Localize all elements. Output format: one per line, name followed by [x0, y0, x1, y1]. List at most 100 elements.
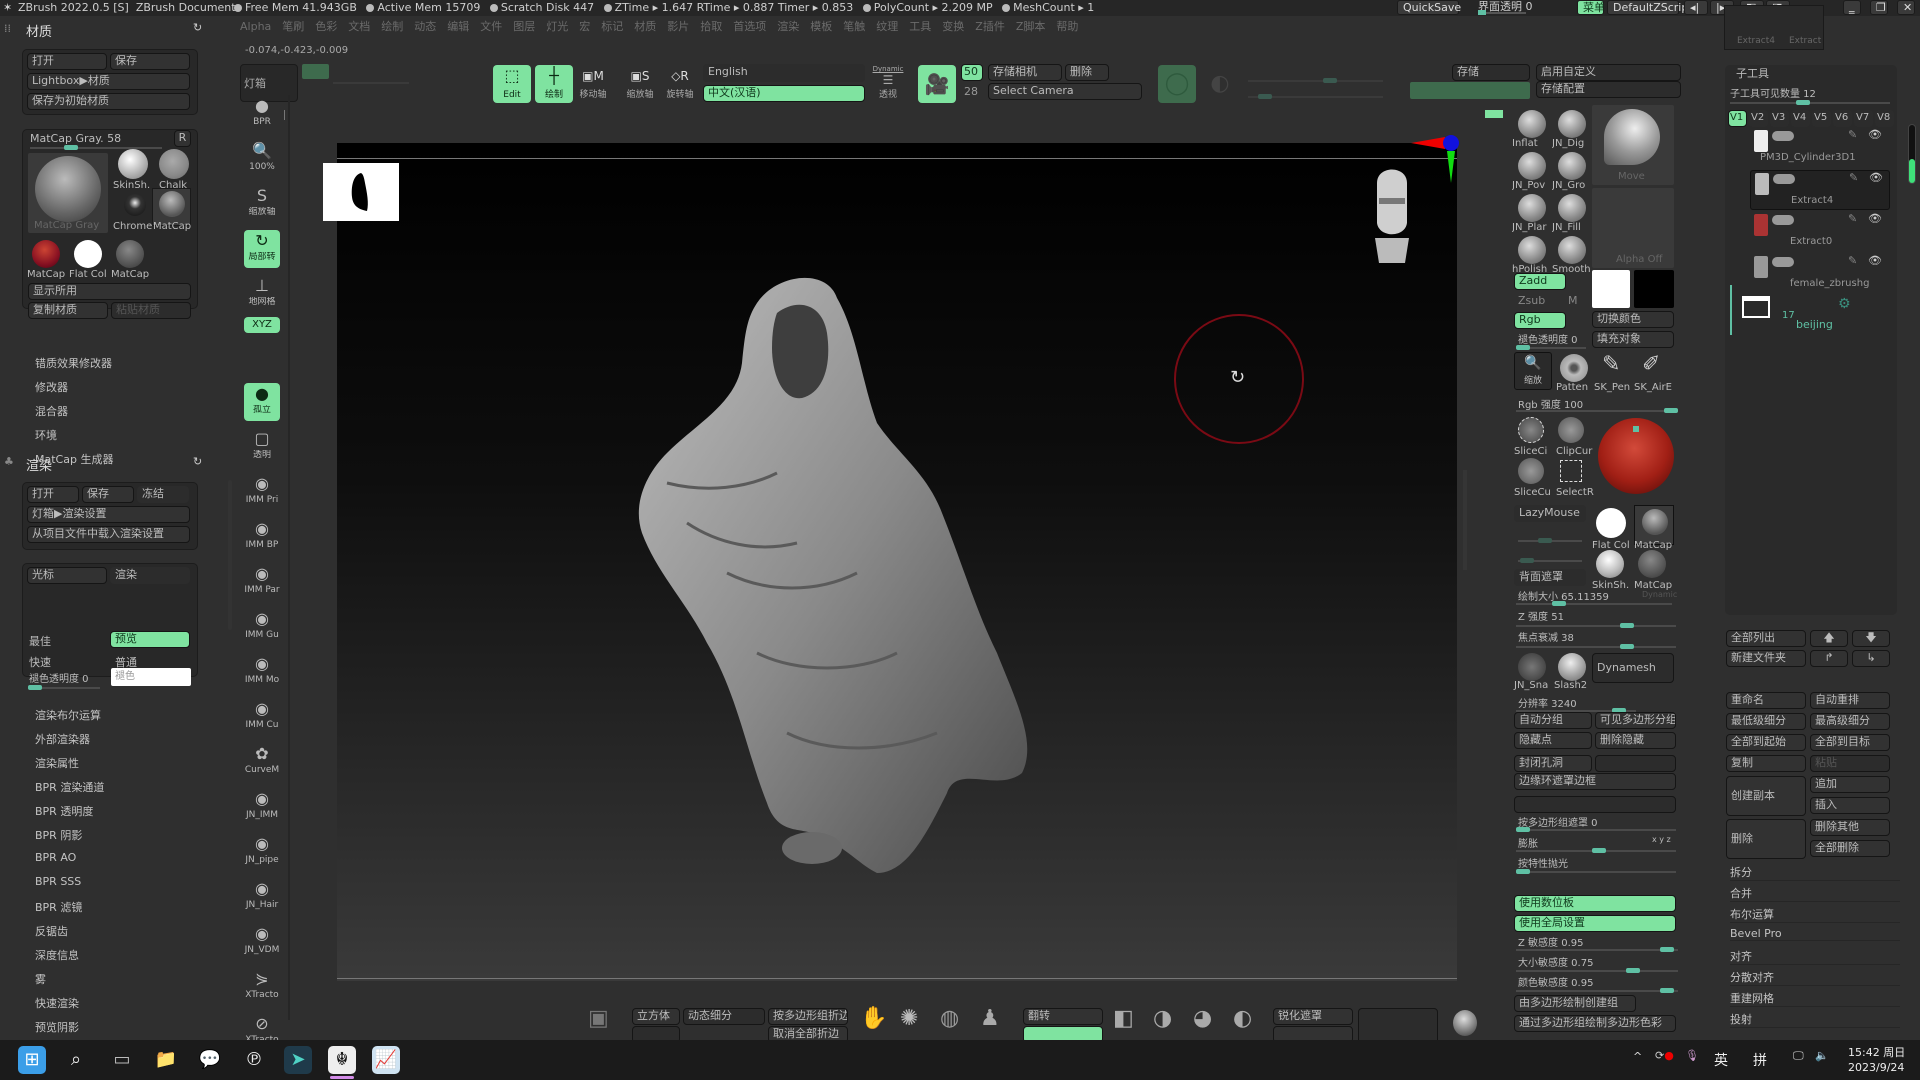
material-matcap-red[interactable] [32, 240, 60, 268]
render-subsection[interactable]: 雾 [35, 971, 46, 987]
refresh-icon[interactable]: ↻ [193, 21, 202, 34]
edit-pen-icon[interactable]: ✎ [1848, 212, 1857, 225]
fov-value[interactable]: 50 [961, 64, 983, 81]
slash2-brush-icon[interactable] [1558, 653, 1586, 681]
subtool-item[interactable]: ✎ 👁 PM3D_Cylinder3D1 [1750, 128, 1890, 168]
close-holes-button[interactable]: 封闭孔洞 [1514, 755, 1592, 772]
slice-circle-icon[interactable] [1518, 417, 1544, 443]
material-flat-color[interactable] [74, 240, 102, 268]
menu-item[interactable]: 影片 [667, 20, 689, 33]
tool-bpr-sphere[interactable]: ● BPR [244, 95, 280, 133]
network-icon[interactable]: 🖵 [1793, 1049, 1804, 1063]
tool-transparent[interactable]: ▢ 透明 [244, 428, 280, 466]
drag-handle-icon[interactable]: ⁞⁞ [4, 22, 11, 35]
material-subsection[interactable]: 混合器 [35, 403, 68, 419]
subtool-subsection[interactable]: 合并 [1730, 885, 1900, 902]
zsub-button[interactable]: Zsub [1518, 294, 1545, 307]
visibility-eye-icon[interactable]: 👁 [1868, 212, 1882, 225]
menu-item[interactable]: 动态 [414, 20, 436, 33]
menu-item[interactable]: 模板 [810, 20, 832, 33]
paste-material-button[interactable]: 粘贴材质 [111, 302, 191, 319]
material-matcap[interactable] [1634, 505, 1674, 545]
insert-button[interactable]: 插入 [1810, 797, 1890, 814]
tool-jn-hair[interactable]: ◉ JN_Hair [244, 878, 280, 916]
enable-custom-button[interactable]: 启用自定义 [1536, 64, 1681, 81]
secondary-color-swatch[interactable] [1634, 270, 1674, 308]
visible-count-slider[interactable] [1730, 100, 1890, 105]
language-english[interactable]: English [703, 64, 865, 82]
render-subsection[interactable]: 渲染布尔运算 [35, 707, 101, 723]
draw-button[interactable]: ┼ 绘制 [535, 65, 573, 103]
group-mask-slider[interactable] [1516, 827, 1676, 832]
all-to-target-button[interactable]: 全部到目标 [1810, 734, 1890, 751]
move-up-icon[interactable]: 🡅 [1810, 630, 1848, 647]
folder-settings-icon[interactable]: ⚙ [1838, 296, 1851, 312]
polygroup-from-paint-button[interactable]: 由多边形绘制创建组 [1514, 995, 1636, 1012]
tool-imm-prim[interactable]: ◉ IMM Pri [244, 473, 280, 511]
hide-points-button[interactable]: 隐藏点 [1514, 732, 1592, 749]
pattern-brush-icon[interactable] [1560, 354, 1588, 382]
material-flat-color[interactable] [1596, 508, 1626, 538]
material-skinshade[interactable] [118, 149, 148, 179]
render-subsection[interactable]: BPR AO [35, 851, 76, 864]
subtool-item[interactable]: ✎ 👁 Extract0 [1750, 212, 1890, 252]
polypaint-toggle-icon[interactable] [1773, 174, 1795, 184]
menu-item[interactable]: 图层 [513, 20, 535, 33]
material-skinshade[interactable] [1596, 550, 1624, 578]
move-down-icon[interactable]: 🡇 [1852, 630, 1890, 647]
auto-reorder-button[interactable]: 自动重排 [1810, 692, 1890, 709]
list-all-button[interactable]: 全部列出 [1726, 630, 1806, 647]
zadd-button[interactable]: Zadd [1514, 273, 1566, 290]
subtool-subsection[interactable]: 重建网格 [1730, 990, 1900, 1007]
polypaint-toggle-icon[interactable] [1772, 257, 1794, 267]
ime-english[interactable]: 英 [1714, 1050, 1728, 1070]
tool-zoom[interactable]: 🔍 100% [244, 140, 280, 178]
lazy-radius-slider[interactable] [1518, 558, 1582, 563]
tool-imm-par[interactable]: ◉ IMM Par [244, 563, 280, 601]
lightbox-material-button[interactable]: Lightbox▶材质 [27, 73, 190, 90]
search-icon[interactable]: ⌕ [62, 1046, 90, 1074]
menu-item[interactable]: 材质 [634, 20, 656, 33]
backface-mask-button[interactable]: 背面遮罩 [1514, 569, 1586, 586]
sharpen-mask-button[interactable]: 锐化遮罩 [1273, 1008, 1353, 1025]
subtool-subsection[interactable]: 分散对齐 [1730, 969, 1900, 986]
rename-button[interactable]: 重命名 [1726, 692, 1806, 709]
flip-button[interactable]: 翻转 [1023, 1008, 1103, 1025]
menu-item[interactable]: 文档 [348, 20, 370, 33]
menu-item[interactable]: 渲染 [777, 20, 799, 33]
menu-item[interactable]: 帮助 [1056, 20, 1078, 33]
subtool-scrollbar[interactable] [1908, 124, 1916, 184]
brush-jn_fill-icon[interactable] [1558, 194, 1586, 222]
color-picker-sphere[interactable] [1598, 418, 1674, 494]
figure-icon[interactable]: ♟ [980, 1006, 1000, 1031]
all-high-button[interactable]: 最高级细分 [1810, 713, 1890, 730]
version-tab[interactable]: V1 [1728, 110, 1747, 127]
best-button[interactable]: 最佳 [29, 633, 51, 649]
tool-xyz[interactable]: XYZ [244, 317, 280, 333]
task-view-icon[interactable]: ▭ [108, 1046, 136, 1074]
delete-all-button[interactable]: 全部删除 [1810, 840, 1890, 857]
version-tab[interactable]: V5 [1812, 110, 1831, 127]
use-global-button[interactable]: 使用全局设置 [1514, 915, 1676, 932]
current-brush-move[interactable]: Move [1592, 105, 1674, 185]
left-scrollbar[interactable] [228, 480, 232, 630]
sk-pen-icon[interactable]: ✎ [1602, 352, 1620, 377]
tool-jn-vdm[interactable]: ◉ JN_VDM [244, 923, 280, 961]
main-color-swatch[interactable] [1592, 270, 1630, 308]
version-tab[interactable]: V4 [1791, 110, 1810, 127]
xyz-toggle[interactable]: x y z [1652, 835, 1671, 844]
delete-button[interactable]: 删除 [1726, 819, 1806, 859]
mask-icon-4[interactable]: ◐ [1233, 1006, 1252, 1031]
delete-other-button[interactable]: 删除其他 [1810, 819, 1890, 836]
section-material-title[interactable]: 材质 [26, 21, 52, 40]
duplicate-button[interactable]: 创建副本 [1726, 776, 1806, 816]
dynamic-subdiv-button[interactable]: 动态细分 [683, 1008, 765, 1025]
edge-loop-mask-button[interactable]: 边缘环遮罩边框 [1514, 773, 1676, 790]
brush-jn_pov-icon[interactable] [1518, 152, 1546, 180]
move-out-icon[interactable]: ↳ [1852, 650, 1890, 667]
render-subsection[interactable]: BPR SSS [35, 875, 81, 888]
axis-gizmo[interactable] [1409, 131, 1459, 191]
brush-smooth-icon[interactable] [1558, 236, 1586, 264]
gizmo-slider-1[interactable] [1248, 78, 1383, 83]
store-camera-button[interactable]: 存储相机 [988, 64, 1062, 81]
